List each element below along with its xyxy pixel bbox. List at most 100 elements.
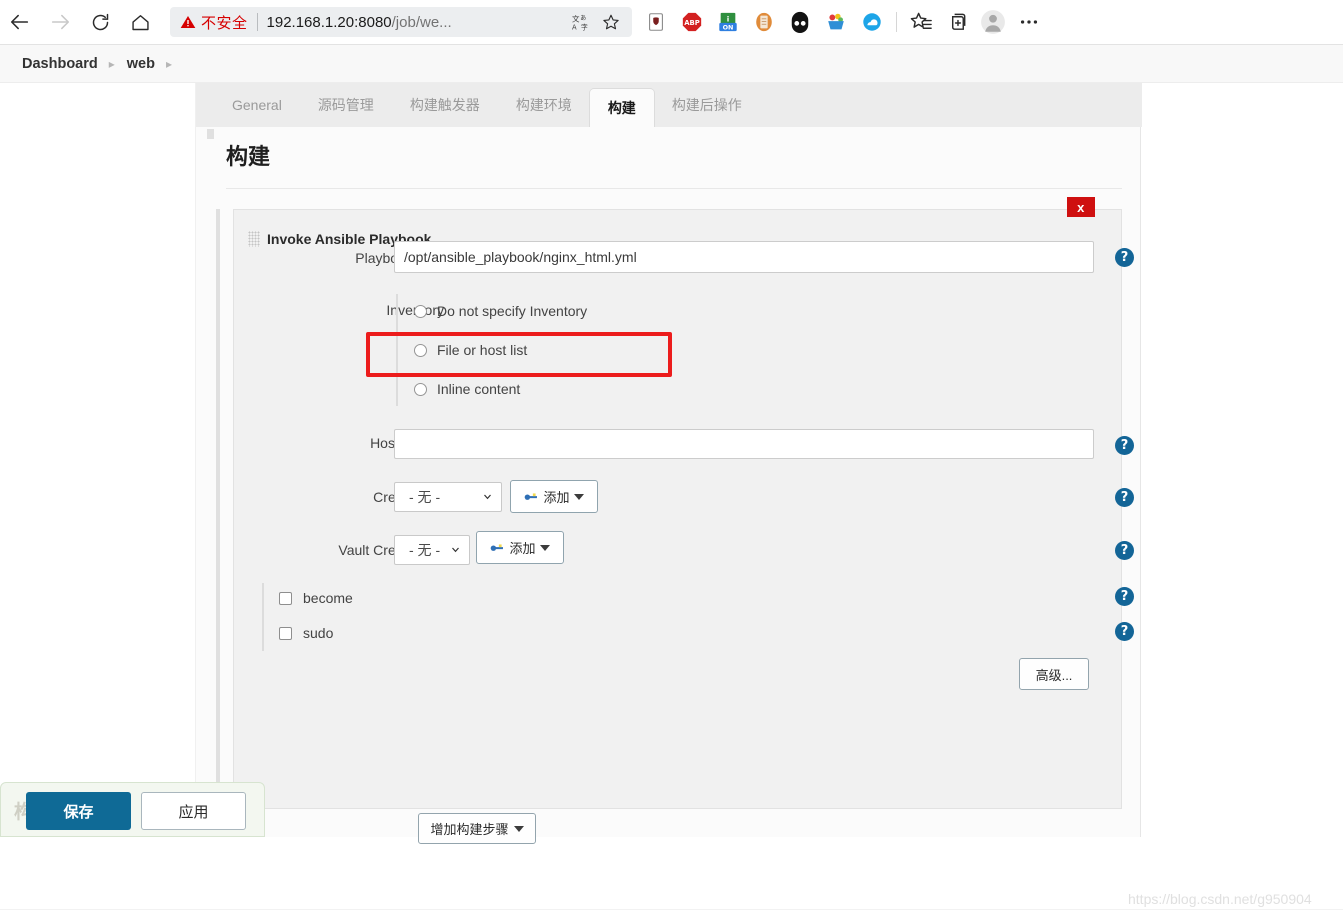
radio-indicator bbox=[414, 304, 427, 318]
address-bar[interactable]: 不安全 192.168.1.20:8080/job/we... 文 あ A 字 bbox=[170, 7, 632, 37]
extensions-strip: ABP i ON bbox=[638, 7, 890, 37]
tab-general[interactable]: General bbox=[214, 83, 300, 127]
playbook-path-input[interactable] bbox=[394, 241, 1094, 273]
basket-extension-icon[interactable] bbox=[818, 7, 854, 37]
drag-handle-icon[interactable] bbox=[248, 231, 260, 247]
radio-inline-content[interactable]: Inline content bbox=[414, 381, 520, 397]
favorites-icon[interactable] bbox=[903, 7, 939, 37]
config-tabbar: General 源码管理 构建触发器 构建环境 构建 构建后操作 bbox=[196, 83, 1142, 127]
inventory-rail bbox=[396, 294, 398, 406]
sudo-help-icon[interactable]: ? bbox=[1115, 622, 1134, 641]
cloud-extension-icon[interactable] bbox=[854, 7, 890, 37]
svg-text:ABP: ABP bbox=[684, 19, 700, 27]
breadcrumb-item-web[interactable]: web bbox=[127, 56, 155, 72]
svg-text:i: i bbox=[727, 15, 730, 24]
breadcrumb-separator: ▸ bbox=[108, 56, 115, 71]
more-ellipsis-icon[interactable] bbox=[1011, 7, 1047, 37]
checkbox-label: sudo bbox=[303, 625, 334, 641]
title-divider bbox=[226, 188, 1122, 189]
add-build-step-label: 增加构建步骤 bbox=[430, 822, 509, 837]
chevron-down-icon bbox=[452, 547, 459, 553]
checkbox-indicator bbox=[279, 626, 292, 640]
svg-text:ON: ON bbox=[723, 24, 734, 32]
radio-label: Do not specify Inventory bbox=[437, 303, 588, 319]
url-path: /job/we... bbox=[391, 13, 452, 31]
checkbox-label: become bbox=[303, 590, 353, 606]
page-body: General 源码管理 构建触发器 构建环境 构建 构建后操作 构建 x In… bbox=[0, 83, 1343, 920]
tab-build-triggers[interactable]: 构建触发器 bbox=[392, 83, 498, 127]
breadcrumb-item-dashboard[interactable]: Dashboard bbox=[22, 56, 98, 72]
vault-credentials-help-icon[interactable]: ? bbox=[1115, 541, 1134, 560]
bottom-strip bbox=[0, 909, 1343, 920]
radio-label: File or host list bbox=[437, 342, 528, 358]
tab-scm[interactable]: 源码管理 bbox=[300, 83, 392, 127]
advanced-button[interactable]: 高级... bbox=[1019, 658, 1089, 690]
close-icon[interactable]: x bbox=[1067, 197, 1095, 217]
radio-do-not-specify-inventory[interactable]: Do not specify Inventory bbox=[414, 303, 587, 319]
radio-label: Inline content bbox=[437, 381, 521, 397]
configure-content: General 源码管理 构建触发器 构建环境 构建 构建后操作 构建 x In… bbox=[195, 83, 1142, 844]
security-status-label: 不安全 bbox=[201, 14, 248, 32]
shield-extension-icon[interactable] bbox=[638, 7, 674, 37]
abp-extension-icon[interactable]: ABP bbox=[674, 7, 710, 37]
svg-text:文: 文 bbox=[572, 13, 580, 23]
credentials-select[interactable]: - 无 - bbox=[394, 482, 502, 512]
url-host: 192.168.1.20:8080 bbox=[266, 13, 392, 31]
playbook-path-help-icon[interactable]: ? bbox=[1115, 248, 1134, 267]
key-icon bbox=[491, 544, 504, 551]
breadcrumb-separator-2: ▸ bbox=[165, 56, 173, 71]
credentials-add-label: 添加 bbox=[543, 490, 570, 505]
home-button[interactable] bbox=[120, 4, 160, 40]
reload-button[interactable] bbox=[80, 4, 120, 40]
checkbox-sudo[interactable]: sudo bbox=[279, 625, 333, 641]
svg-text:字: 字 bbox=[581, 23, 588, 32]
omnibox-divider bbox=[256, 13, 258, 31]
vault-credentials-add-label: 添加 bbox=[509, 541, 536, 556]
vault-credentials-select[interactable]: - 无 - bbox=[394, 535, 470, 565]
home-icon bbox=[131, 14, 149, 30]
chevron-down-icon bbox=[513, 825, 524, 832]
noscript-extension-icon[interactable]: i ON bbox=[710, 7, 746, 37]
breadcrumb: Dashboard ▸ web ▸ bbox=[0, 45, 1343, 83]
forward-button[interactable] bbox=[40, 4, 80, 40]
chevron-down-icon bbox=[573, 493, 584, 500]
tab-post-build-actions[interactable]: 构建后操作 bbox=[654, 83, 760, 127]
checkbox-indicator bbox=[279, 591, 292, 605]
arrow-left-icon bbox=[10, 14, 29, 30]
panda-extension-icon[interactable] bbox=[782, 7, 818, 37]
apply-button[interactable]: 应用 bbox=[141, 792, 246, 830]
host-subset-help-icon[interactable]: ? bbox=[1115, 436, 1134, 455]
chevron-down-icon bbox=[484, 494, 491, 500]
panel-grip bbox=[207, 129, 214, 139]
add-build-step-button[interactable]: 增加构建步骤 bbox=[418, 813, 536, 844]
checkbox-become[interactable]: become bbox=[279, 590, 353, 606]
star-icon[interactable] bbox=[596, 13, 626, 31]
build-step-spine bbox=[216, 209, 220, 809]
document-extension-icon[interactable] bbox=[746, 7, 782, 37]
chevron-down-icon bbox=[539, 544, 550, 551]
become-help-icon[interactable]: ? bbox=[1115, 587, 1134, 606]
browser-toolbar: 不安全 192.168.1.20:8080/job/we... 文 あ A 字 bbox=[0, 0, 1343, 45]
profile-avatar-icon[interactable] bbox=[975, 7, 1011, 37]
build-steps-area: x Invoke Ansible Playbook Playbook path … bbox=[216, 197, 1134, 809]
tab-build[interactable]: 构建 bbox=[589, 89, 654, 127]
arrow-right-icon bbox=[51, 14, 70, 30]
credentials-selected-value: - 无 - bbox=[409, 489, 441, 505]
vault-credentials-selected-value: - 无 - bbox=[409, 542, 441, 558]
reload-icon bbox=[92, 13, 108, 30]
back-button[interactable] bbox=[0, 4, 40, 40]
credentials-add-button[interactable]: 添加 bbox=[510, 480, 598, 513]
credentials-help-icon[interactable]: ? bbox=[1115, 488, 1134, 507]
collections-icon[interactable] bbox=[939, 7, 975, 37]
page-title: 构建 bbox=[226, 144, 271, 169]
toolbar-divider bbox=[896, 12, 897, 32]
vault-credentials-add-button[interactable]: 添加 bbox=[476, 531, 564, 564]
radio-indicator bbox=[414, 343, 427, 357]
radio-file-or-host-list[interactable]: File or host list bbox=[414, 342, 527, 358]
options-rail bbox=[262, 583, 264, 651]
tab-build-environment[interactable]: 构建环境 bbox=[498, 83, 590, 127]
save-button[interactable]: 保存 bbox=[26, 792, 131, 830]
translate-icon[interactable]: 文 あ A 字 bbox=[566, 13, 596, 31]
warning-triangle-icon bbox=[180, 14, 196, 30]
host-subset-input[interactable] bbox=[394, 429, 1094, 459]
